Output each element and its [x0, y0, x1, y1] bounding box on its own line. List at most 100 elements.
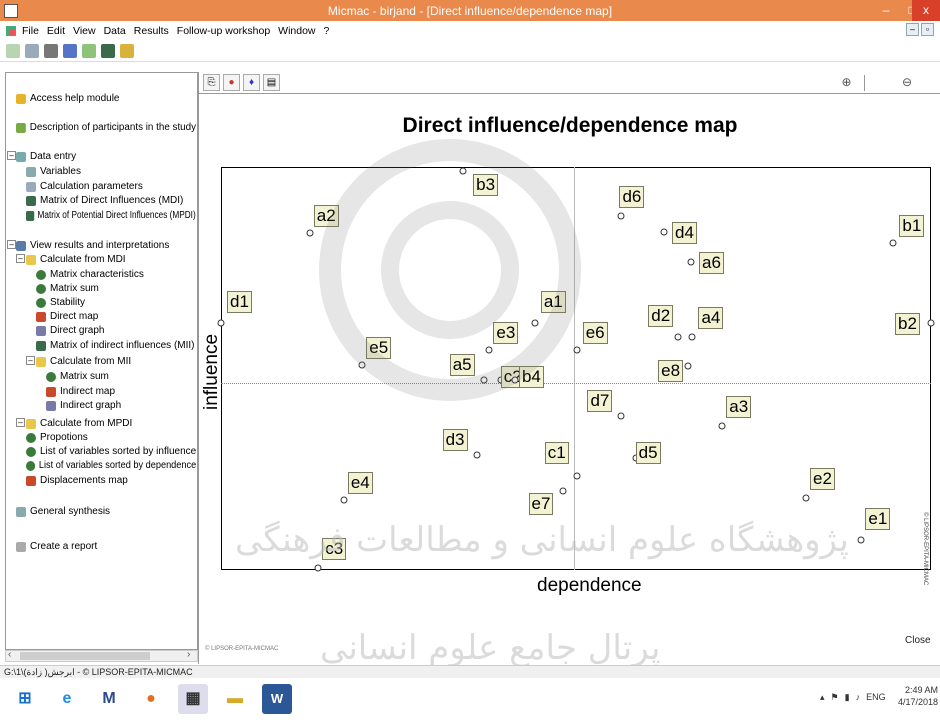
menu-help[interactable]: ? [324, 25, 330, 37]
tree-item[interactable]: Data entry [16, 151, 76, 162]
menu-results[interactable]: Results [134, 25, 169, 37]
point-a5[interactable] [480, 376, 488, 384]
tree-item[interactable]: List of variables sorted by dependence [26, 460, 196, 471]
new-icon[interactable] [6, 43, 20, 58]
tree-item[interactable]: Calculate from MPDI [26, 418, 132, 429]
ie-icon[interactable]: e [52, 684, 82, 714]
point-d1[interactable] [217, 319, 225, 327]
print-map-icon[interactable]: ▤ [263, 74, 280, 91]
mdi-restore-button[interactable]: ▫ [921, 23, 934, 36]
mail-icon[interactable]: M [94, 684, 124, 714]
clock[interactable]: 2:49 AM 4/17/2018 [898, 684, 938, 708]
volume-icon[interactable]: ♪ [856, 692, 861, 703]
tree-item[interactable]: Matrix characteristics [36, 269, 144, 280]
tree-expander[interactable]: – [7, 151, 16, 160]
menu-view[interactable]: View [73, 25, 96, 37]
tree-item[interactable]: Matrix of indirect influences (MII) [36, 340, 195, 351]
point-a6[interactable] [687, 258, 695, 266]
tree-item[interactable]: Create a report [16, 541, 97, 552]
menu-follow-up-workshop[interactable]: Follow-up workshop [177, 25, 270, 37]
point-d3[interactable] [473, 451, 481, 459]
language-indicator[interactable]: ENG [866, 692, 886, 703]
help-icon[interactable] [120, 43, 134, 58]
tree-item[interactable]: View results and interpretations [16, 240, 169, 251]
print-icon[interactable] [44, 43, 58, 58]
mdi-minimize-button[interactable]: – [906, 23, 919, 36]
tree-item[interactable]: Calculate from MDI [26, 254, 126, 265]
point-e6[interactable] [573, 346, 581, 354]
tree-item[interactable]: General synthesis [16, 506, 110, 517]
tree-item[interactable]: Access help module [16, 93, 120, 104]
save-icon[interactable] [63, 43, 77, 58]
point-b3[interactable] [459, 167, 467, 175]
tree-expander[interactable]: – [16, 418, 25, 427]
tree-item[interactable]: Calculate from MII [36, 356, 131, 367]
display-options-icon[interactable]: ♦ [243, 74, 260, 91]
copy-icon[interactable]: ⎘ [203, 74, 220, 91]
point-d7[interactable] [617, 412, 625, 420]
point-c1[interactable] [573, 472, 581, 480]
open-icon[interactable] [25, 43, 39, 58]
point-a3[interactable] [718, 422, 726, 430]
tree-item[interactable]: Displacements map [26, 475, 128, 486]
tree-item[interactable]: Direct map [36, 311, 98, 322]
scroll-right-icon[interactable]: › [187, 649, 190, 660]
point-c3[interactable] [314, 564, 322, 572]
point-a4[interactable] [688, 333, 696, 341]
point-e1[interactable] [857, 536, 865, 544]
point-a2[interactable] [306, 229, 314, 237]
tree-item[interactable]: Matrix of Potential Direct Influences (M… [26, 210, 196, 221]
point-e4[interactable] [340, 496, 348, 504]
word-icon[interactable]: W [262, 684, 292, 714]
tree-item[interactable]: Matrix sum [36, 283, 99, 294]
point-e2[interactable] [802, 494, 810, 502]
tree-item[interactable]: List of variables sorted by influence [26, 446, 196, 457]
zoom-out-icon[interactable]: ⊖ [889, 75, 925, 91]
tree-item[interactable]: Direct graph [36, 325, 104, 336]
tree-item[interactable]: Matrix sum [46, 371, 109, 382]
firefox-icon[interactable]: ● [136, 684, 166, 714]
tree-item[interactable]: Indirect map [46, 386, 115, 397]
scroll-left-icon[interactable]: ‹ [8, 649, 11, 660]
network-icon[interactable]: ▮ [845, 692, 850, 703]
filter-icon[interactable]: ● [223, 74, 240, 91]
calculate-icon[interactable] [82, 43, 96, 58]
tree-expander[interactable]: – [16, 254, 25, 263]
tree-horizontal-scrollbar[interactable]: ‹ › [5, 649, 198, 662]
tree-expander[interactable]: – [26, 356, 35, 365]
minimize-button[interactable]: – [872, 0, 900, 21]
tree-item[interactable]: Matrix of Direct Influences (MDI) [26, 195, 183, 206]
menu-data[interactable]: Data [104, 25, 126, 37]
zoom-in-icon[interactable]: ⊕ [829, 75, 865, 91]
point-b2[interactable] [927, 319, 935, 327]
point-e5[interactable] [358, 361, 366, 369]
matrix-icon[interactable] [101, 43, 115, 58]
tree-item[interactable]: Stability [36, 297, 85, 308]
tree-item[interactable]: Variables [26, 166, 81, 177]
menu-edit[interactable]: Edit [47, 25, 65, 37]
point-a1[interactable] [531, 319, 539, 327]
flag-icon[interactable]: ⚑ [831, 692, 839, 703]
tray-arrow-icon[interactable]: ▴ [820, 692, 825, 703]
point-e3[interactable] [485, 346, 493, 354]
point-b4[interactable] [511, 376, 519, 384]
close-window-button[interactable]: x [912, 0, 940, 21]
file-explorer-icon[interactable]: ▬ [220, 684, 250, 714]
tree-expander[interactable]: – [7, 240, 16, 249]
menu-window[interactable]: Window [278, 25, 315, 37]
point-e8[interactable] [684, 362, 692, 370]
point-d6[interactable] [617, 212, 625, 220]
point-d2[interactable] [674, 333, 682, 341]
tree-item[interactable]: Description of participants in the study [16, 122, 196, 133]
scroll-thumb[interactable] [20, 652, 150, 660]
close-button[interactable]: Close [905, 635, 931, 646]
start-button[interactable]: ⊞ [10, 684, 40, 714]
menu-file[interactable]: File [22, 25, 39, 37]
tree-item[interactable]: Indirect graph [46, 400, 121, 411]
point-e7[interactable] [559, 487, 566, 495]
tree-item[interactable]: Calculation parameters [26, 181, 143, 192]
micmac-taskbar-icon[interactable]: ▦ [178, 684, 208, 714]
point-b1[interactable] [889, 239, 897, 247]
tree-item[interactable]: Propotions [26, 432, 88, 443]
point-d4[interactable] [660, 228, 668, 236]
